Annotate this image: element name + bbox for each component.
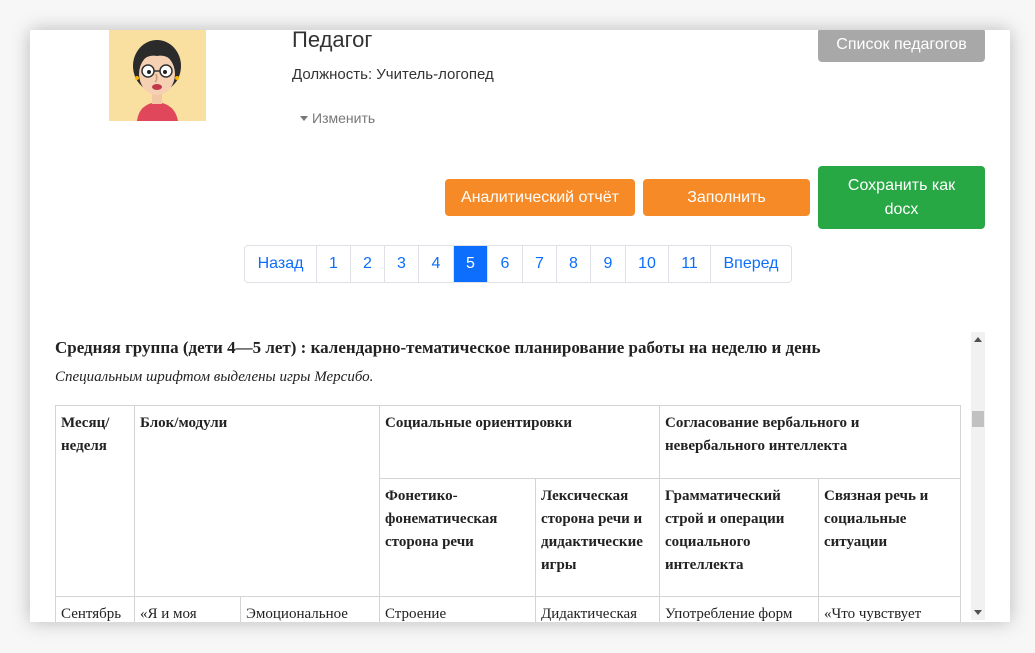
pagination-page[interactable]: 8: [557, 246, 591, 282]
planning-table: Месяц/ неделя Блок/модули Социальные ори…: [55, 405, 961, 622]
header-phonetic: Фонетико-фонематическая сторона речи: [379, 478, 536, 597]
page-title: Педагог: [292, 30, 373, 52]
document-note: Специальным шрифтом выделены игры Мерсиб…: [55, 369, 374, 385]
teacher-list-button[interactable]: Список педагогов: [818, 30, 985, 62]
table-cell: «Что чувствует: [818, 596, 961, 622]
teacher-position: Должность: Учитель-логопед: [292, 66, 494, 83]
content-card: Педагог Должность: Учитель-логопед Измен…: [30, 30, 1010, 622]
edit-label: Изменить: [312, 110, 376, 126]
pagination-page[interactable]: 6: [488, 246, 523, 282]
table-cell: Строение: [379, 596, 536, 622]
pagination-prev[interactable]: Назад: [245, 246, 317, 282]
document-viewer: Средняя группа (дети 4—5 лет) : календар…: [30, 332, 968, 622]
table-cell: Дидактическая: [535, 596, 660, 622]
cartoon-teacher-image: [109, 30, 206, 121]
header-grammar: Грамматический строй и операции социальн…: [659, 478, 819, 597]
header-blocks: Блок/модули: [134, 405, 380, 597]
pagination-page[interactable]: 1: [317, 246, 351, 282]
analytic-report-button[interactable]: Аналитический отчёт: [445, 179, 635, 216]
pagination-page[interactable]: 2: [351, 246, 385, 282]
pagination-page[interactable]: 11: [669, 246, 711, 282]
teacher-avatar: [109, 30, 206, 121]
document-title: Средняя группа (дети 4—5 лет) : календар…: [55, 338, 821, 357]
pagination-next[interactable]: Вперед: [711, 246, 791, 282]
table-cell: Сентябрь: [55, 596, 135, 622]
header-social: Социальные ориентировки: [379, 405, 660, 479]
header-coherent: Связная речь и социальные ситуации: [818, 478, 961, 597]
header-lexical: Лексическая сторона речи и дидактические…: [535, 478, 660, 597]
pagination-page[interactable]: 3: [385, 246, 419, 282]
save-docx-button[interactable]: Сохранить как docx: [818, 166, 985, 229]
table-cell: Употребление форм: [659, 596, 819, 622]
pagination-page[interactable]: 9: [591, 246, 626, 282]
pagination-page[interactable]: 4: [419, 246, 454, 282]
table-cell: «Я и моя: [134, 596, 241, 622]
pagination-page-active[interactable]: 5: [454, 246, 488, 282]
table-cell: Эмоциональное: [240, 596, 380, 622]
pagination: Назад 1 2 3 4 5 6 7 8 9 10 11 Вперед: [244, 245, 792, 283]
caret-down-icon: [300, 116, 308, 121]
position-value: Учитель-логопед: [376, 66, 494, 83]
document-scrollbar[interactable]: [971, 332, 985, 620]
header-month-week: Месяц/ неделя: [55, 405, 135, 597]
fill-button[interactable]: Заполнить: [643, 179, 810, 216]
pagination-page[interactable]: 7: [523, 246, 557, 282]
scroll-down-arrow-icon[interactable]: [974, 610, 982, 615]
scroll-up-arrow-icon[interactable]: [974, 337, 982, 342]
scrollbar-thumb[interactable]: [972, 411, 984, 427]
pagination-page[interactable]: 10: [626, 246, 669, 282]
header-verbal: Согласование вербального и невербального…: [659, 405, 961, 479]
edit-toggle[interactable]: Изменить: [300, 110, 375, 126]
position-label: Должность:: [292, 66, 373, 83]
